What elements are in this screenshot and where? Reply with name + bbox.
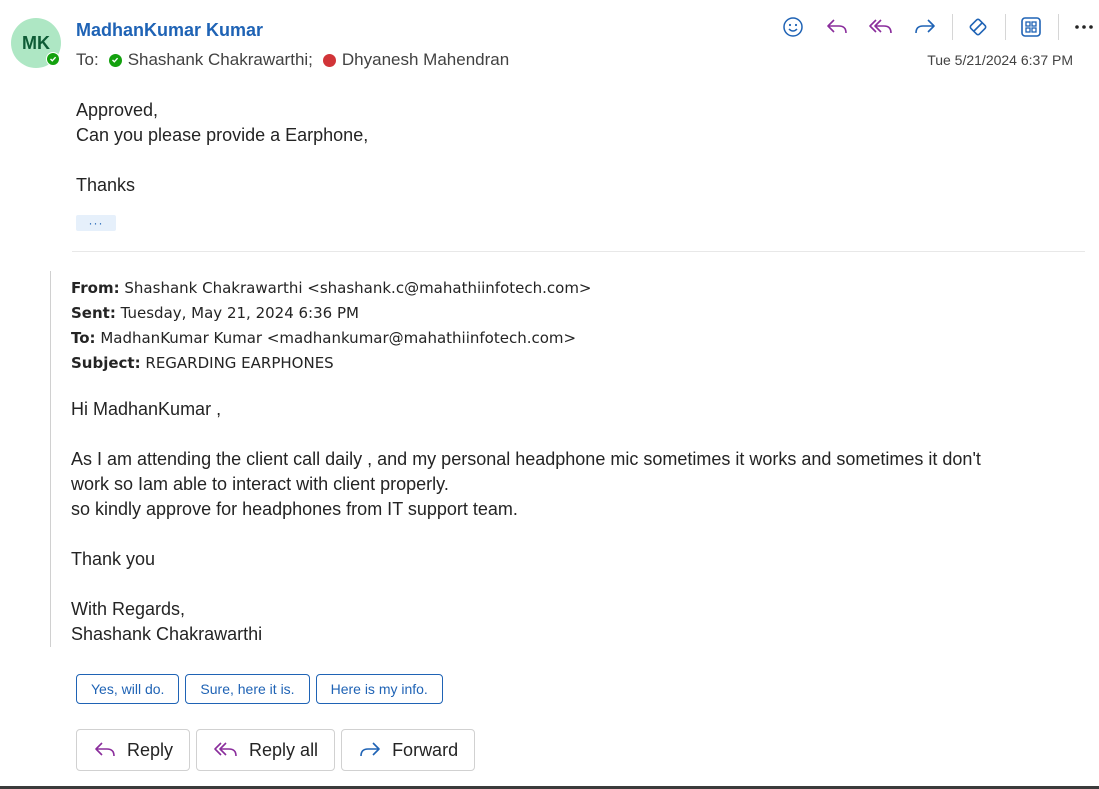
apps-icon[interactable] — [1014, 10, 1048, 44]
reply-button[interactable]: Reply — [76, 729, 191, 771]
reply-all-button[interactable]: Reply all — [196, 729, 336, 771]
quoted-paragraph-line: so kindly approve for headphones from IT… — [71, 499, 518, 519]
forward-label: Forward — [392, 739, 459, 760]
body-line: Can you please provide a Earphone, — [76, 125, 369, 145]
quoted-to: To: MadhanKumar Kumar <madhankumar@mahat… — [71, 329, 577, 347]
quoted-body: Hi MadhanKumar , As I am attending the c… — [71, 397, 1081, 647]
reply-icon[interactable] — [820, 10, 854, 44]
message-body: Approved, Can you please provide a Earph… — [76, 98, 368, 198]
show-trimmed-content-button[interactable]: ··· — [76, 215, 116, 231]
toolbar-divider — [1005, 14, 1006, 40]
suggested-reply-button[interactable]: Yes, will do. — [76, 674, 180, 704]
suggested-replies: Yes, will do. Sure, here it is. Here is … — [76, 674, 449, 704]
presence-available-icon — [46, 52, 60, 66]
avatar-initials: MK — [22, 32, 50, 53]
forward-button[interactable]: Forward — [341, 729, 476, 771]
quoted-message: From: Shashank Chakrawarthi <shashank.c@… — [71, 276, 1081, 647]
quoted-sent: Sent: Tuesday, May 21, 2024 6:36 PM — [71, 304, 359, 322]
quoted-paragraph-line: As I am attending the client call daily … — [71, 449, 981, 469]
presence-busy-icon — [322, 53, 336, 67]
body-line: Thanks — [76, 175, 136, 195]
recipient-name: Shashank Chakrawarthi; — [127, 50, 313, 69]
sender-name[interactable]: MadhanKumar Kumar — [76, 20, 263, 41]
quoted-regards: With Regards, — [71, 599, 186, 619]
quote-bar — [50, 271, 51, 647]
reply-icon — [95, 742, 115, 757]
suggested-reply-button[interactable]: Sure, here it is. — [185, 674, 310, 704]
reply-all-label: Reply all — [249, 739, 319, 760]
quoted-subject: Subject: REGARDING EARPHONES — [71, 354, 334, 372]
forward-icon[interactable] — [908, 10, 942, 44]
to-label: To: — [76, 50, 99, 69]
forward-icon — [360, 742, 380, 757]
recipient-dhyanesh[interactable]: Dhyanesh Mahendran — [322, 50, 510, 70]
toolbar-divider — [952, 14, 953, 40]
quoted-signature: Shashank Chakrawarthi — [71, 624, 263, 644]
quoted-greeting: Hi MadhanKumar , — [71, 399, 222, 419]
suggested-reply-button[interactable]: Here is my info. — [315, 674, 443, 704]
more-icon[interactable] — [1067, 10, 1099, 44]
recipient-name: Dhyanesh Mahendran — [341, 50, 510, 69]
reply-all-icon[interactable] — [864, 10, 898, 44]
divider — [72, 251, 1085, 252]
reply-all-icon — [214, 742, 237, 757]
quoted-from: From: Shashank Chakrawarthi <shashank.c@… — [71, 279, 592, 297]
message-date: Tue 5/21/2024 6:37 PM — [927, 52, 1073, 68]
message-toolbar — [776, 10, 1099, 44]
recipient-shashank[interactable]: Shashank Chakrawarthi; — [108, 50, 313, 70]
toolbar-divider — [1058, 14, 1059, 40]
recipients-line: To: Shashank Chakrawarthi; Dhyanesh Mahe… — [76, 50, 509, 70]
presence-available-icon — [108, 53, 122, 67]
reply-actions: Reply Reply all Forward — [76, 729, 481, 771]
emoji-icon[interactable] — [776, 10, 810, 44]
sensitivity-icon[interactable] — [961, 10, 995, 44]
quoted-thanks: Thank you — [71, 549, 156, 569]
reply-label: Reply — [127, 739, 174, 760]
body-blank-line — [76, 148, 368, 173]
body-line: Approved, — [76, 100, 159, 120]
quoted-paragraph-line: work so Iam able to interact with client… — [71, 474, 449, 494]
